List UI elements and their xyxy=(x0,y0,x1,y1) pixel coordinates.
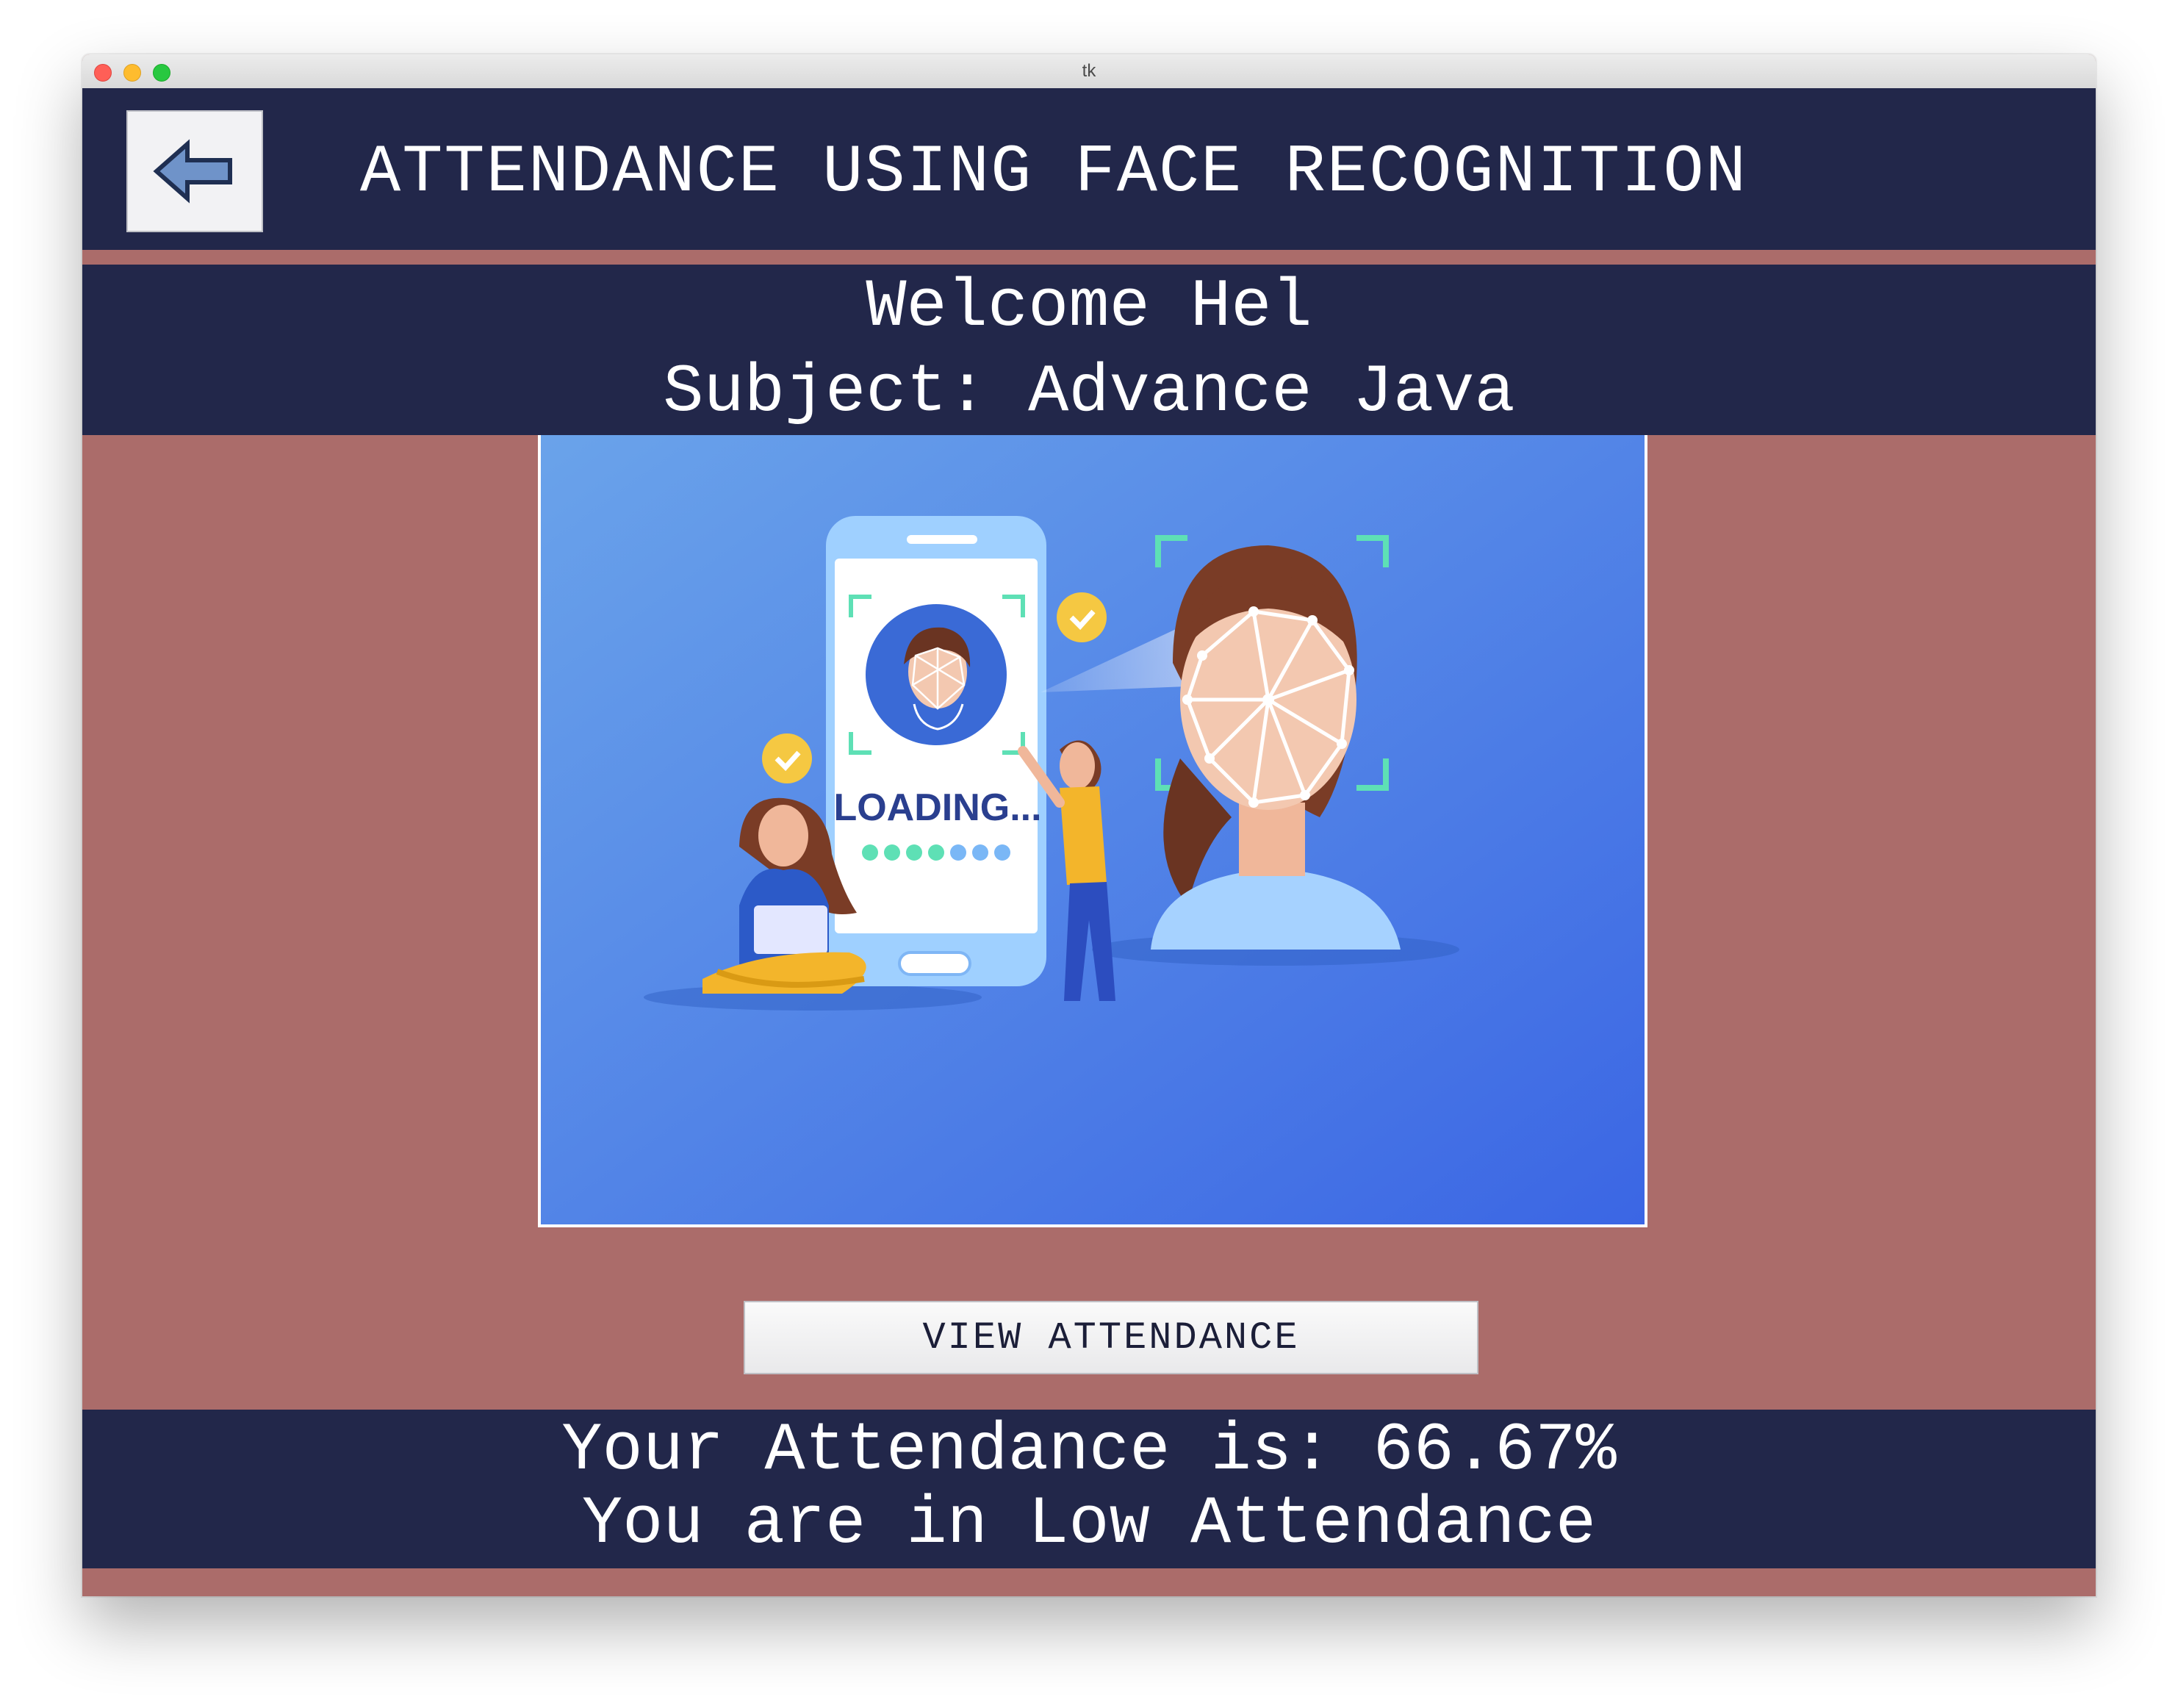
app-header: ATTENDANCE USING FACE RECOGNITION xyxy=(82,88,2096,250)
face-recognition-illustration: LOADING... xyxy=(538,435,1647,1227)
back-button[interactable] xyxy=(126,110,263,232)
subject-text: Subject: Advance Java xyxy=(663,354,1515,431)
welcome-text: Welcome Hel xyxy=(866,268,1312,345)
attendance-percentage-text: Your Attendance is: 66.67% xyxy=(561,1412,1617,1489)
attendance-result-panel: Your Attendance is: 66.67% You are in Lo… xyxy=(82,1410,2096,1568)
view-attendance-button[interactable]: VIEW ATTENDANCE xyxy=(744,1301,1478,1374)
divider-stripe xyxy=(82,250,2096,265)
window-title: tk xyxy=(1082,61,1096,81)
app-title: ATTENDANCE USING FACE RECOGNITION xyxy=(360,134,1747,211)
loading-text: LOADING... xyxy=(833,786,1041,829)
arrow-left-icon xyxy=(153,139,232,204)
attendance-status-text: You are in Low Attendance xyxy=(581,1485,1597,1562)
window-titlebar: tk xyxy=(82,54,2096,89)
illustration-graphic: LOADING... xyxy=(541,435,1645,1224)
welcome-panel: Welcome Hel Subject: Advance Java xyxy=(82,265,2096,435)
app-window: tk ATTENDANCE USING FACE RECOGNITION Wel… xyxy=(82,54,2096,1596)
